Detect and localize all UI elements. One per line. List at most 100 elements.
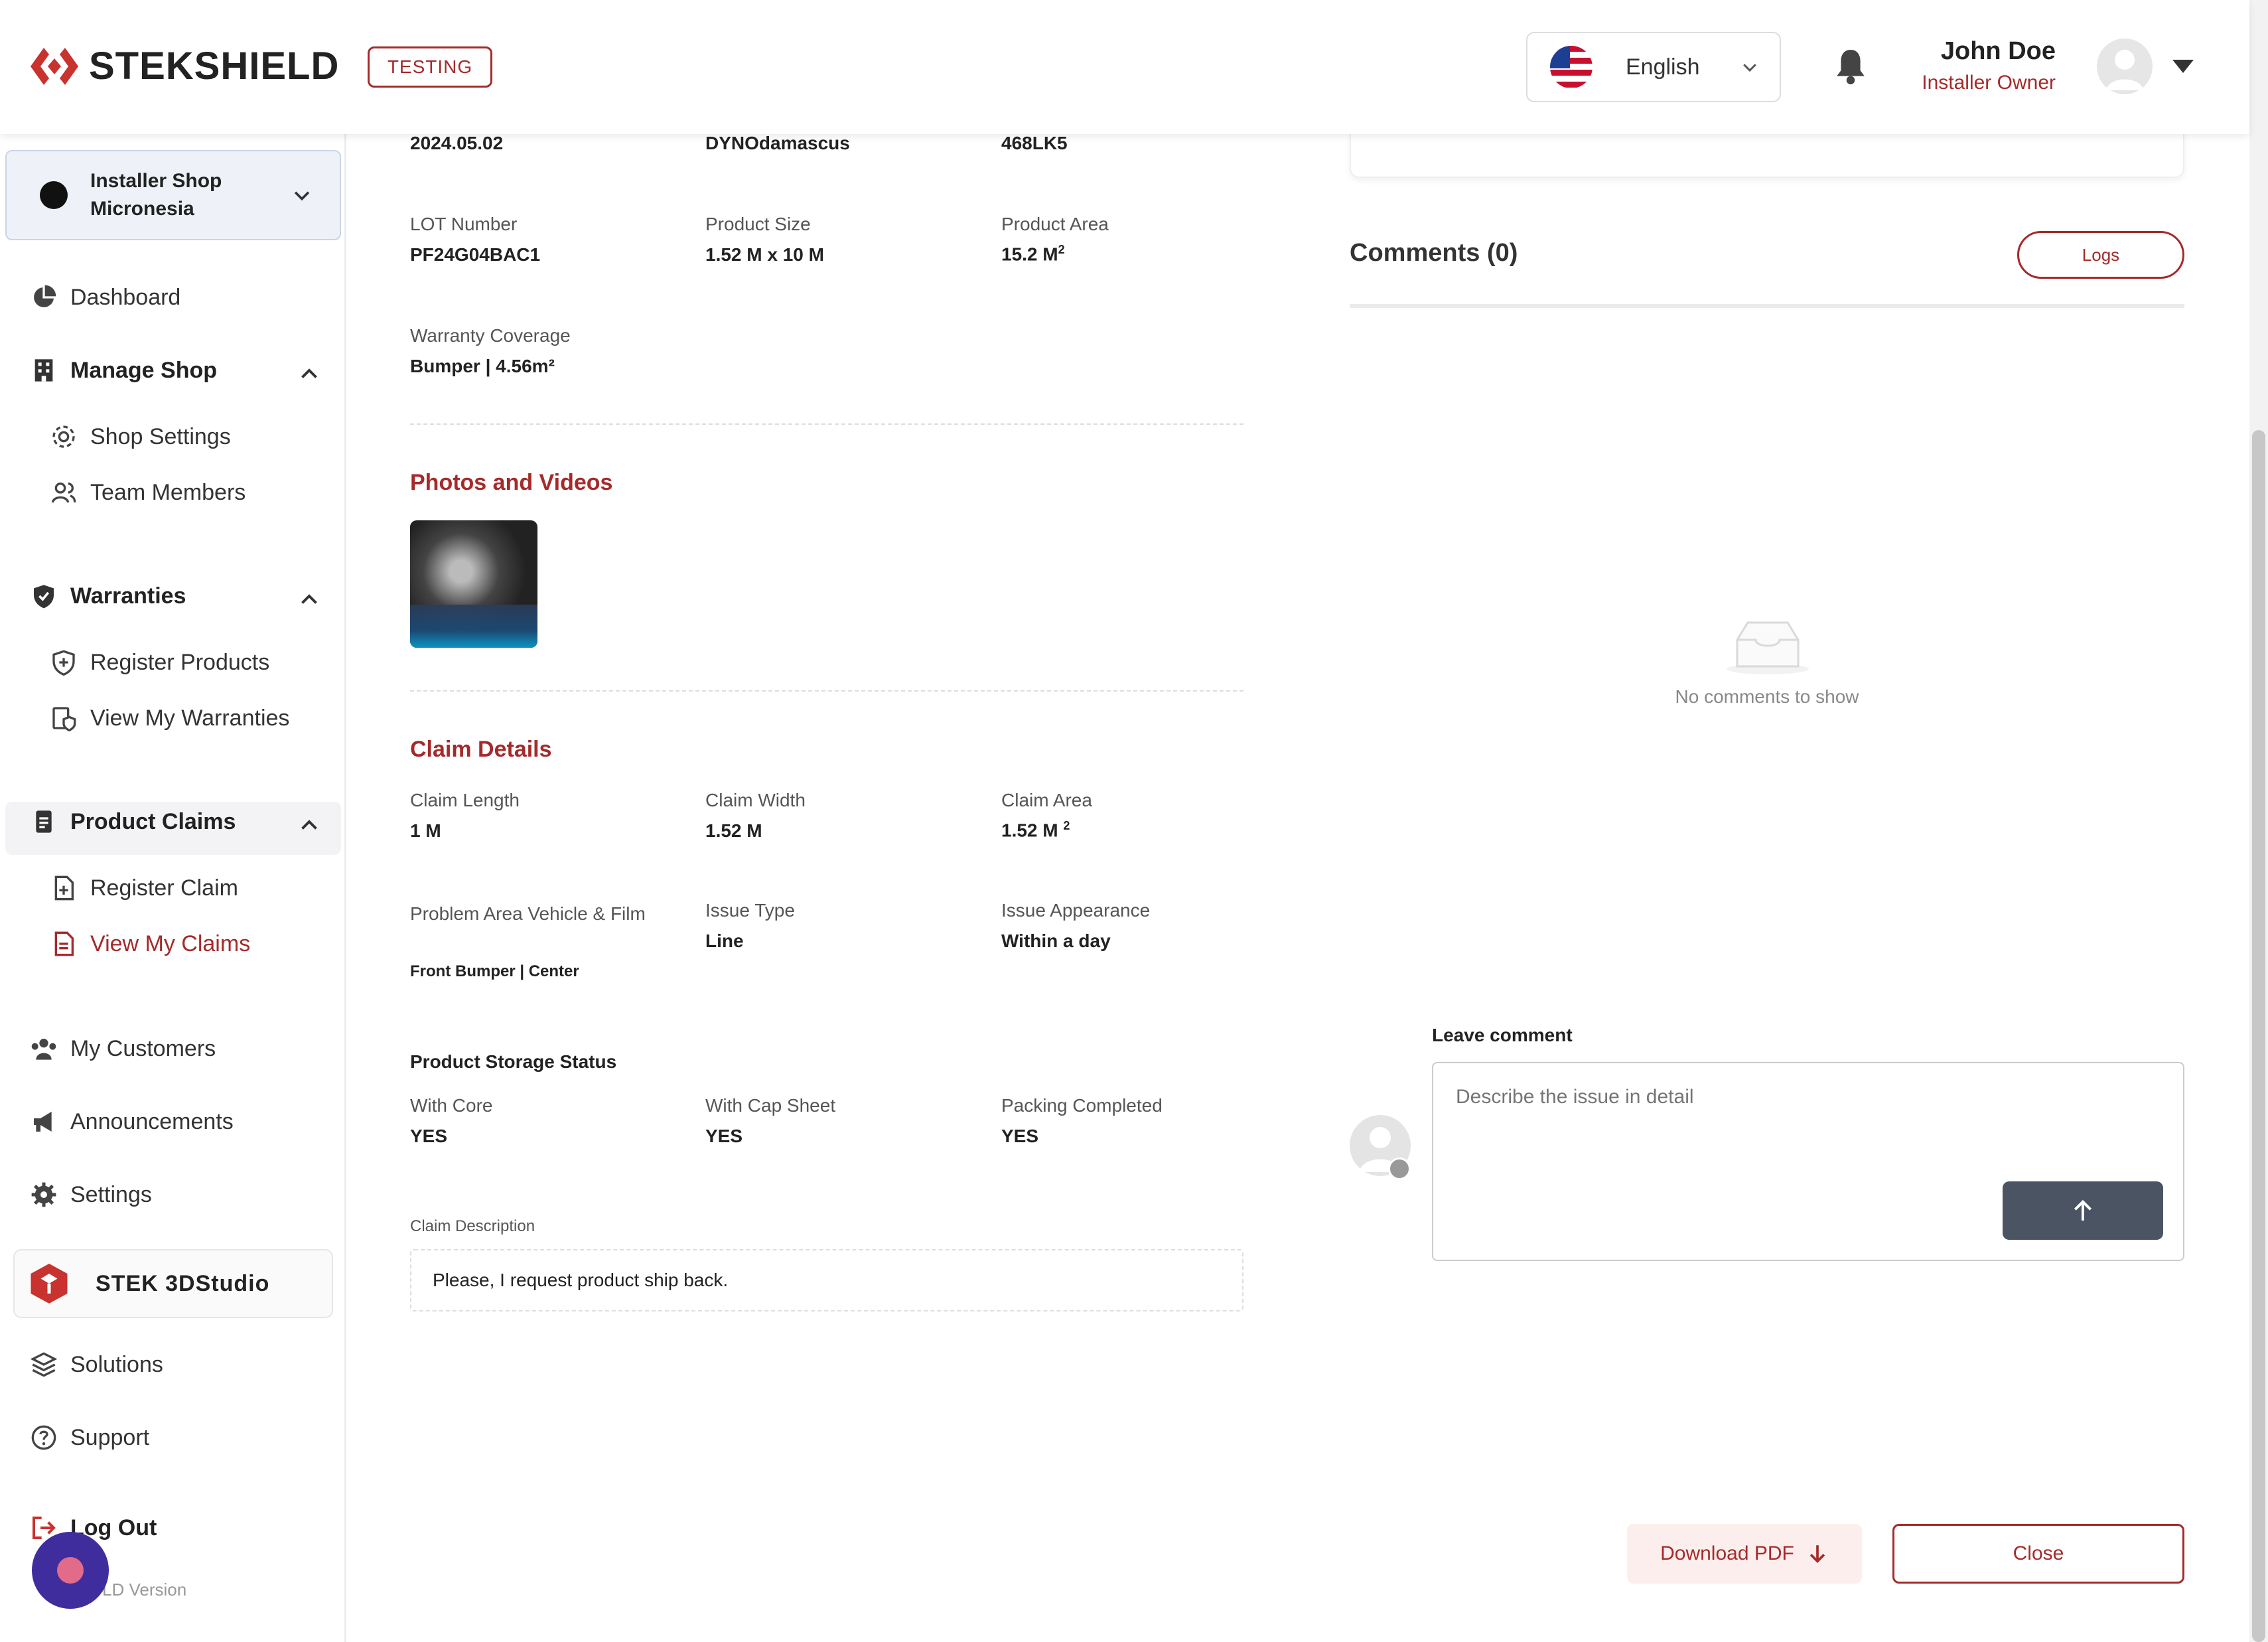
sidebar-item-label: View My Claims [90, 931, 251, 956]
sidebar-item-shop-settings[interactable]: Shop Settings [50, 423, 231, 450]
download-pdf-button[interactable]: Download PDF [1627, 1524, 1862, 1584]
product-area-value: 15.2 M2 [1001, 243, 1065, 265]
gear-icon [31, 1182, 56, 1207]
shield-plus-icon [52, 650, 75, 676]
close-button[interactable]: Close [1892, 1524, 2184, 1584]
sidebar: Installer Shop Micronesia Dashboard Mana… [0, 134, 346, 1642]
leave-comment-label: Leave comment [1432, 1025, 1573, 1045]
sidebar-group-label: Manage Shop [70, 357, 218, 383]
layers-icon [31, 1352, 57, 1377]
photos-section-title: Photos and Videos [410, 470, 613, 495]
user-menu-caret-icon[interactable] [2172, 60, 2194, 73]
sidebar-item-team-members[interactable]: Team Members [50, 479, 246, 506]
users-icon [51, 483, 76, 503]
user-name: John Doe [1940, 37, 2056, 65]
detail-value: DYNOdamascus [705, 133, 850, 153]
sidebar-item-label: Dashboard [70, 284, 181, 310]
language-selector[interactable]: English [1526, 32, 1781, 102]
download-pdf-label: Download PDF [1660, 1542, 1794, 1564]
packing-completed-label: Packing Completed [1001, 1095, 1163, 1116]
chevron-up-icon[interactable] [297, 814, 321, 838]
claim-area-value: 1.52 M 2 [1001, 819, 1070, 841]
claim-area-label: Claim Area [1001, 790, 1092, 810]
claim-description-label: Claim Description [410, 1217, 535, 1235]
claim-length-label: Claim Length [410, 790, 520, 810]
shop-selector[interactable]: Installer Shop Micronesia [5, 150, 341, 240]
sidebar-item-announcements[interactable]: Announcements [31, 1108, 234, 1135]
sidebar-item-view-warranties[interactable]: View My Warranties [50, 705, 289, 731]
megaphone-icon [34, 1112, 52, 1132]
sidebar-item-dashboard[interactable]: Dashboard [31, 284, 180, 311]
notification-bell-icon[interactable] [1834, 46, 1867, 86]
comments-divider [1350, 304, 2184, 308]
issue-type-label: Issue Type [705, 900, 795, 921]
warranty-coverage-label: Warranty Coverage [410, 325, 571, 346]
scrollbar-thumb[interactable] [2252, 430, 2265, 1642]
sidebar-item-label: Register Claim [90, 875, 238, 901]
sidebar-item-label: Register Products [90, 649, 270, 675]
warranty-coverage-value: Bumper | 4.56m² [410, 356, 555, 376]
arrow-down-icon [1809, 1545, 1825, 1563]
claim-photo-thumbnail[interactable] [410, 520, 537, 648]
stekshield-logo-icon [31, 47, 78, 85]
chevron-down-icon [294, 191, 310, 201]
document-shield-icon [52, 707, 76, 731]
claim-area-number: 1.52 M [1001, 820, 1058, 841]
section-divider [410, 423, 1243, 425]
brand-name: STEKSHIELD [89, 44, 340, 88]
product-size-value: 1.52 M x 10 M [705, 244, 824, 265]
sidebar-item-register-claim[interactable]: Register Claim [50, 875, 238, 901]
chevron-up-icon[interactable] [297, 362, 321, 386]
area-unit-exponent: 2 [1063, 819, 1070, 832]
user-avatar[interactable] [2097, 38, 2153, 94]
product-area-number: 15.2 M [1001, 244, 1058, 265]
sidebar-item-label: Settings [70, 1181, 152, 1207]
stek-3dstudio-link[interactable]: STEK 3DStudio [13, 1249, 333, 1318]
empty-comments-text: No comments to show [1675, 686, 1859, 707]
shield-check-icon [34, 585, 54, 609]
issue-type-value: Line [705, 931, 744, 951]
empty-inbox-icon [1727, 621, 1809, 674]
claim-width-value: 1.52 M [705, 820, 762, 841]
sidebar-item-solutions[interactable]: Solutions [31, 1351, 163, 1378]
detail-value: 2024.05.02 [410, 133, 504, 153]
sidebar-item-view-claims[interactable]: View My Claims [50, 931, 250, 957]
sidebar-group-manage-shop[interactable]: Manage Shop [31, 357, 217, 384]
sidebar-group-product-claims[interactable]: Product Claims [31, 808, 236, 835]
chat-launcher-button[interactable] [32, 1532, 109, 1609]
sidebar-item-label: Solutions [70, 1351, 163, 1377]
user-silhouette-icon [2106, 50, 2143, 90]
sidebar-item-settings[interactable]: Settings [31, 1181, 152, 1208]
detail-value: 468LK5 [1001, 133, 1068, 153]
sidebar-item-label: Announcements [70, 1108, 234, 1134]
file-text-icon [54, 931, 74, 956]
sidebar-group-warranties[interactable]: Warranties [31, 583, 186, 609]
send-comment-button[interactable] [2003, 1181, 2163, 1240]
cap-sheet-value: YES [705, 1126, 743, 1146]
sidebar-item-label: Team Members [90, 479, 246, 505]
sidebar-item-label: My Customers [70, 1035, 216, 1061]
stek-3d-logo-icon [31, 1264, 68, 1304]
sidebar-item-label: Shop Settings [90, 423, 231, 449]
sidebar-item-support[interactable]: Support [31, 1424, 149, 1451]
user-role: Installer Owner [1922, 72, 2056, 94]
claim-description-box: Please, I request product ship back. [410, 1249, 1243, 1311]
claim-length-value: 1 M [410, 820, 441, 841]
info-card-bottom [1350, 133, 2184, 178]
claim-width-label: Claim Width [705, 790, 806, 810]
brand-logo[interactable]: STEKSHIELD [29, 44, 339, 88]
cap-sheet-label: With Cap Sheet [705, 1095, 836, 1116]
document-icon [36, 810, 52, 833]
sidebar-item-label: View My Warranties [90, 705, 290, 731]
sidebar-item-my-customers[interactable]: My Customers [31, 1035, 216, 1062]
product-area-label: Product Area [1001, 214, 1109, 234]
claim-details-title: Claim Details [410, 737, 552, 762]
customers-icon [31, 1039, 56, 1060]
chevron-down-icon [1743, 64, 1756, 72]
problem-area-value: Front Bumper | Center [410, 962, 579, 980]
chevron-up-icon[interactable] [297, 588, 321, 612]
logs-button[interactable]: Logs [2017, 231, 2184, 279]
sidebar-item-label: Support [70, 1424, 150, 1450]
sidebar-item-register-products[interactable]: Register Products [50, 649, 269, 676]
file-plus-icon [54, 875, 74, 901]
